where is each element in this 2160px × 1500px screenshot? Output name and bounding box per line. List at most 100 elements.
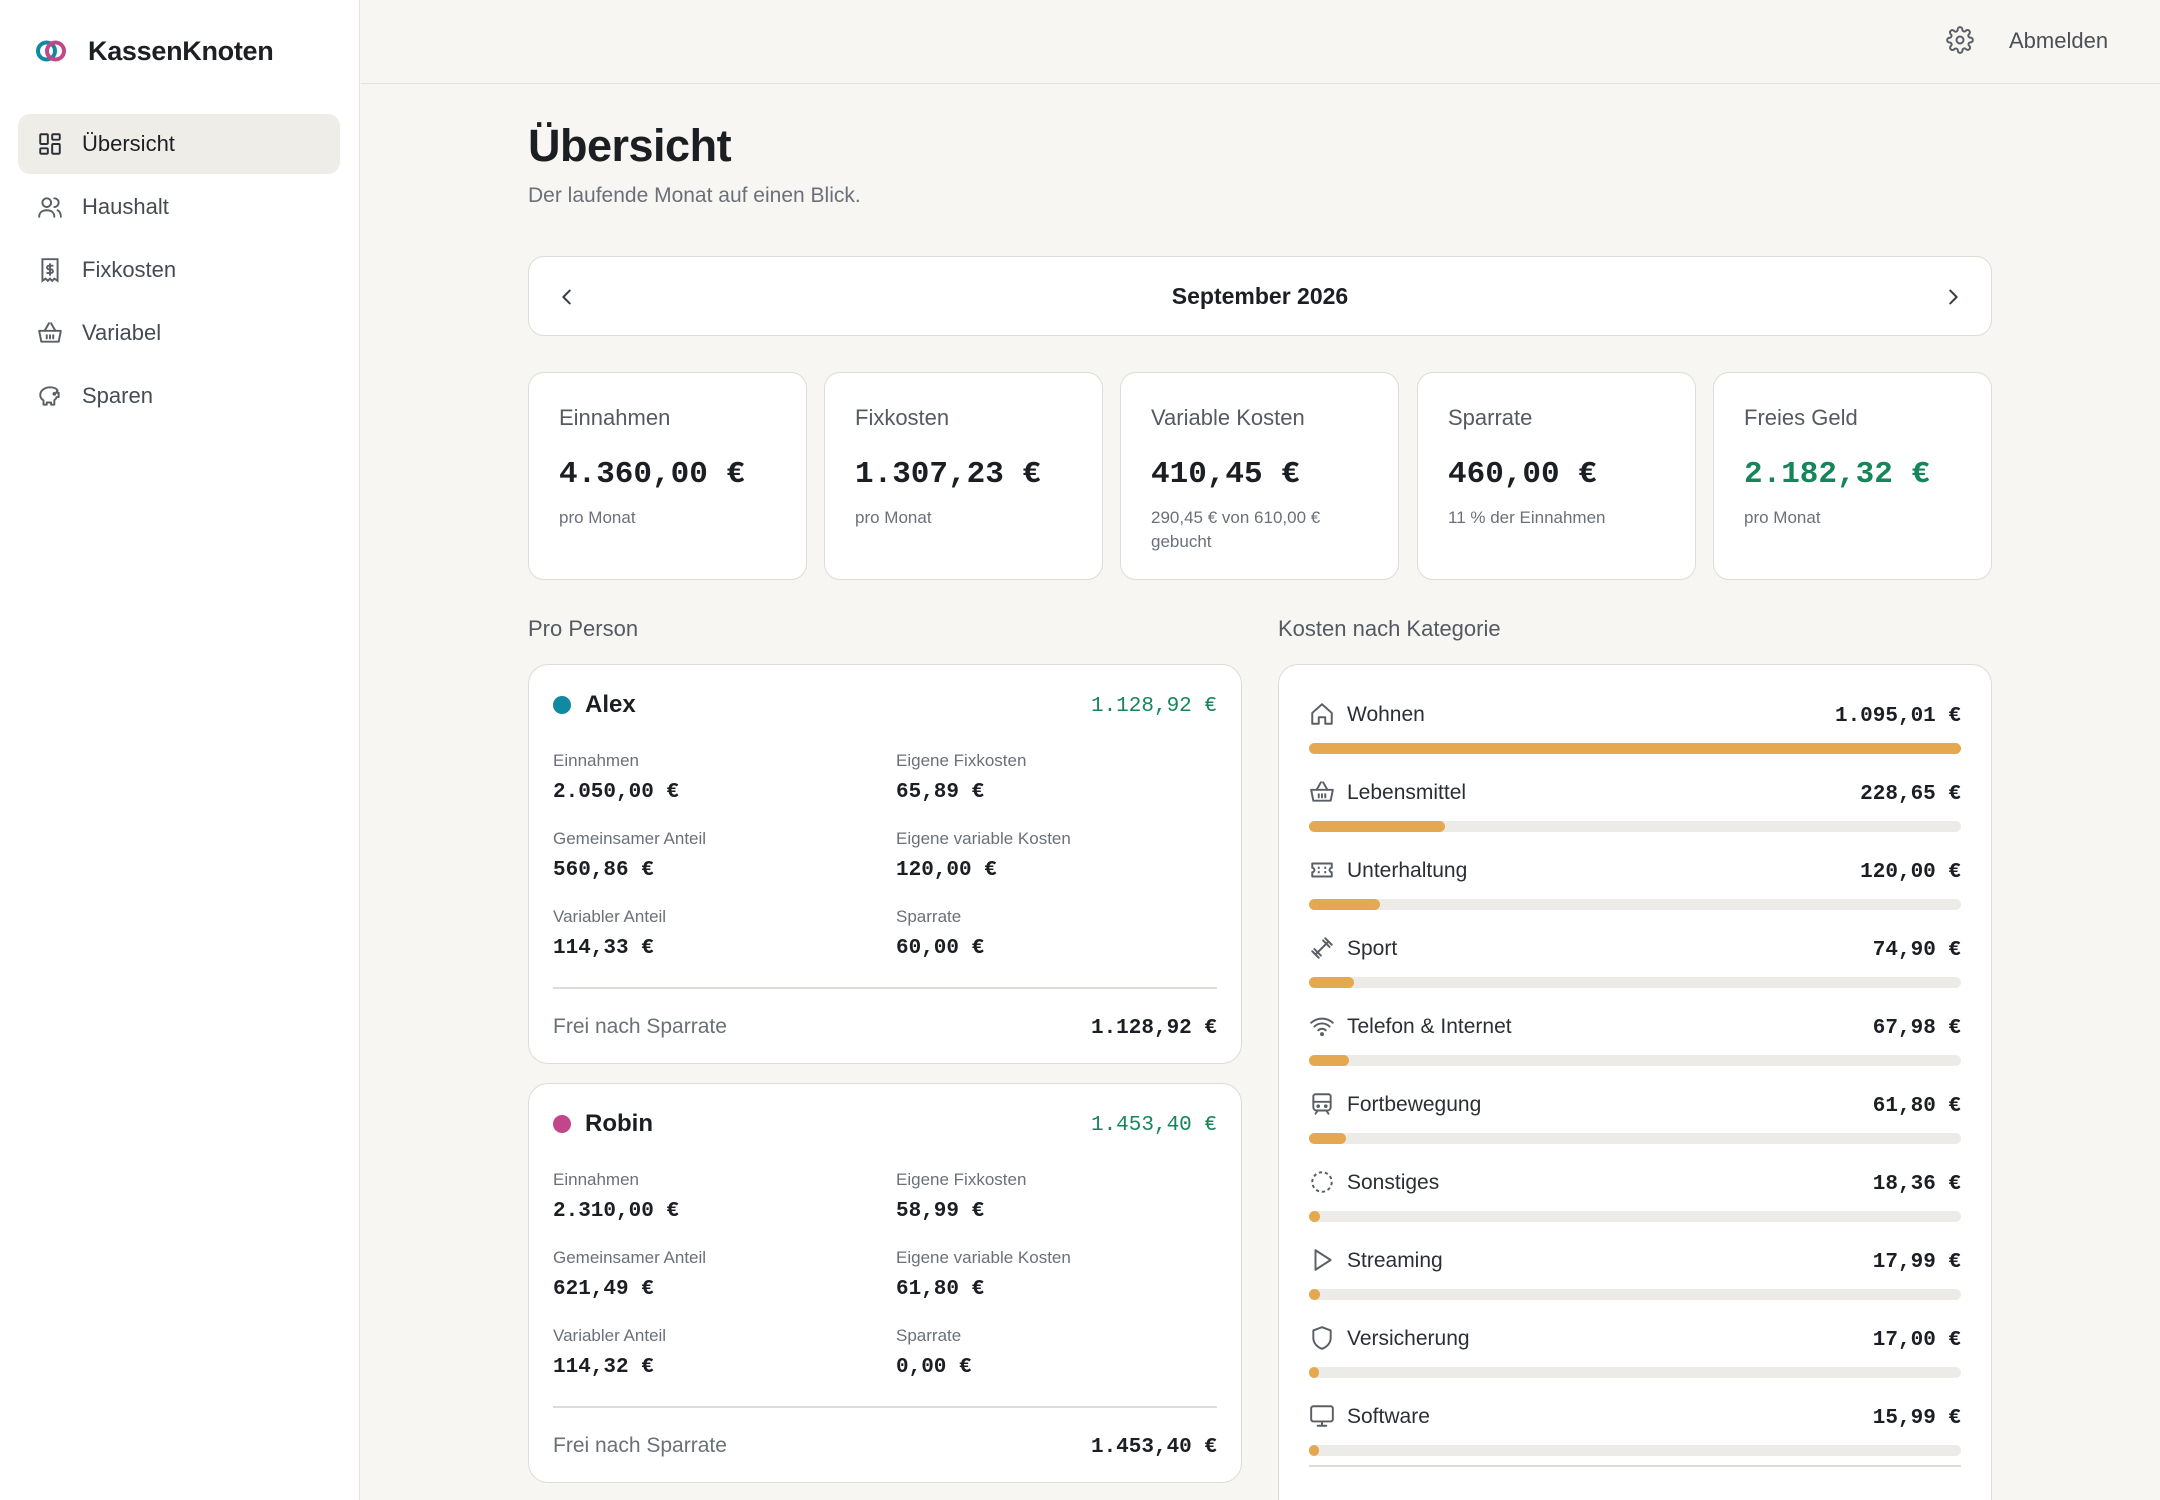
person-field: Variabler Anteil 114,33 €: [553, 907, 666, 960]
shield-icon: [1309, 1325, 1337, 1353]
person-field: Sparrate 0,00 €: [896, 1326, 972, 1379]
sidebar-item-label: Übersicht: [82, 131, 175, 156]
divider: [553, 1406, 1217, 1408]
category-name: Unterhaltung: [1347, 859, 1468, 882]
stat-sub: pro Monat: [559, 508, 636, 527]
category-amount: 17,99 €: [1872, 1251, 1961, 1274]
person-field: Einnahmen 2.050,00 €: [553, 751, 679, 804]
divider: [553, 987, 1217, 989]
category-row-wohnen: Wohnen 1.095,01 €: [1309, 693, 1961, 771]
stat-value: 1.307,23 €: [855, 457, 1042, 492]
field-value: 114,32 €: [553, 1356, 654, 1379]
chevron-right-icon[interactable]: [1937, 281, 1969, 313]
person-field: Einnahmen 2.310,00 €: [553, 1170, 679, 1223]
free-after-savings-value: 1.453,40 €: [1090, 1436, 1217, 1459]
stat-value: 460,00 €: [1448, 457, 1597, 492]
category-bar-fill: [1309, 1367, 1320, 1378]
person-field: Gemeinsamer Anteil 560,86 €: [553, 829, 706, 882]
field-label: Sparrate: [896, 907, 962, 926]
category-row-lebensmittel: Lebensmittel 228,65 €: [1309, 771, 1961, 849]
stat-sub: 290,45 € von 610,00 € gebucht: [1151, 508, 1321, 551]
receipt-icon: [36, 256, 64, 284]
category-bar-track: [1309, 1133, 1961, 1144]
category-amount: 67,98 €: [1872, 1017, 1961, 1040]
category-name: Telefon & Internet: [1347, 1015, 1512, 1038]
logout-button[interactable]: Abmelden: [2009, 28, 2108, 54]
category-bar-fill: [1309, 1133, 1346, 1144]
category-bar-fill: [1309, 1445, 1319, 1456]
category-amount: 228,65 €: [1860, 783, 1961, 806]
gear-icon[interactable]: [1946, 26, 1978, 58]
category-row-fortbewegung: Fortbewegung 61,80 €: [1309, 1083, 1961, 1161]
stat-label: Fixkosten: [855, 405, 950, 430]
category-row-sonstiges: Sonstiges 18,36 €: [1309, 1161, 1961, 1239]
category-bar-track: [1309, 899, 1961, 910]
stat-card-sparrate: Sparrate 460,00 € 11 % der Einnahmen: [1417, 372, 1696, 580]
category-name: Fortbewegung: [1347, 1093, 1482, 1116]
monitor-icon: [1309, 1403, 1337, 1431]
category-bar-track: [1309, 977, 1961, 988]
sidebar-item-variabel[interactable]: Variabel: [18, 303, 340, 363]
stat-sub: pro Monat: [1744, 508, 1821, 527]
stat-card-einnahmen: Einnahmen 4.360,00 € pro Monat: [528, 372, 807, 580]
train-icon: [1309, 1091, 1337, 1119]
category-row-software: Software 15,99 €: [1309, 1395, 1961, 1473]
wifi-icon: [1309, 1013, 1337, 1041]
category-name: Lebensmittel: [1347, 781, 1467, 804]
brand[interactable]: KassenKnoten: [34, 34, 274, 68]
field-label: Eigene variable Kosten: [896, 1248, 1071, 1267]
category-bar-fill: [1309, 821, 1446, 832]
stat-card-freies-geld: Freies Geld 2.182,32 € pro Monat: [1713, 372, 1992, 580]
stat-value: 2.182,32 €: [1744, 457, 1931, 492]
stat-value: 410,45 €: [1151, 457, 1300, 492]
stat-card-fixkosten: Fixkosten 1.307,23 € pro Monat: [824, 372, 1103, 580]
person-field: Gemeinsamer Anteil 621,49 €: [553, 1248, 706, 1301]
category-row-sport: Sport 74,90 €: [1309, 927, 1961, 1005]
sidebar: KassenKnoten Übersicht Haushalt Fixkoste…: [0, 0, 360, 1500]
brand-logo-icon: [34, 34, 68, 68]
field-label: Einnahmen: [553, 1170, 640, 1189]
field-value: 65,89 €: [896, 781, 985, 804]
category-bar-track: [1309, 1211, 1961, 1222]
category-bar-fill: [1309, 977, 1354, 988]
stat-label: Variable Kosten: [1151, 405, 1305, 430]
sidebar-item-uebersicht[interactable]: Übersicht: [18, 114, 340, 174]
field-label: Variabler Anteil: [553, 907, 667, 926]
stat-sub: 11 % der Einnahmen: [1448, 508, 1606, 527]
field-label: Sparrate: [896, 1326, 962, 1345]
category-name: Sport: [1347, 937, 1398, 960]
sidebar-item-label: Haushalt: [82, 194, 169, 219]
person-color-dot: [553, 1115, 571, 1133]
field-label: Variabler Anteil: [553, 1326, 667, 1345]
field-value: 120,00 €: [896, 859, 997, 882]
free-after-savings-label: Frei nach Sparrate: [553, 1434, 727, 1457]
category-name: Versicherung: [1347, 1327, 1470, 1350]
category-amount: 15,99 €: [1872, 1407, 1961, 1430]
stat-sub: pro Monat: [855, 508, 932, 527]
person-header: Robin: [553, 1110, 653, 1138]
sidebar-item-haushalt[interactable]: Haushalt: [18, 177, 340, 237]
person-name: Alex: [585, 691, 636, 718]
category-bar-fill: [1309, 1211, 1320, 1222]
category-amount: 18,36 €: [1872, 1173, 1961, 1196]
sidebar-item-fixkosten[interactable]: Fixkosten: [18, 240, 340, 300]
category-card: Wohnen 1.095,01 € Lebensmittel 228,65 € …: [1278, 664, 1992, 1500]
category-row-streaming: Streaming 17,99 €: [1309, 1239, 1961, 1317]
category-amount: 1.095,01 €: [1834, 705, 1961, 728]
stat-label: Sparrate: [1448, 405, 1533, 430]
section-label-per-person: Pro Person: [528, 616, 639, 641]
dashboard-icon: [36, 130, 64, 158]
category-amount: 17,00 €: [1872, 1329, 1961, 1352]
field-label: Eigene Fixkosten: [896, 1170, 1027, 1189]
person-card-alex: Alex 1.128,92 € Einnahmen 2.050,00 € Eig…: [528, 664, 1242, 1064]
dashed-circle-icon: [1309, 1169, 1337, 1197]
basket-icon: [1309, 779, 1337, 807]
field-label: Eigene variable Kosten: [896, 829, 1071, 848]
category-row-telefon-internet: Telefon & Internet 67,98 €: [1309, 1005, 1961, 1083]
stat-card-variable-kosten: Variable Kosten 410,45 € 290,45 € von 61…: [1120, 372, 1399, 580]
free-after-savings-value: 1.128,92 €: [1090, 1017, 1217, 1040]
sidebar-item-sparen[interactable]: Sparen: [18, 366, 340, 426]
category-bar-track: [1309, 821, 1961, 832]
category-bar-fill: [1309, 743, 1961, 754]
sidebar-item-label: Fixkosten: [82, 257, 177, 282]
